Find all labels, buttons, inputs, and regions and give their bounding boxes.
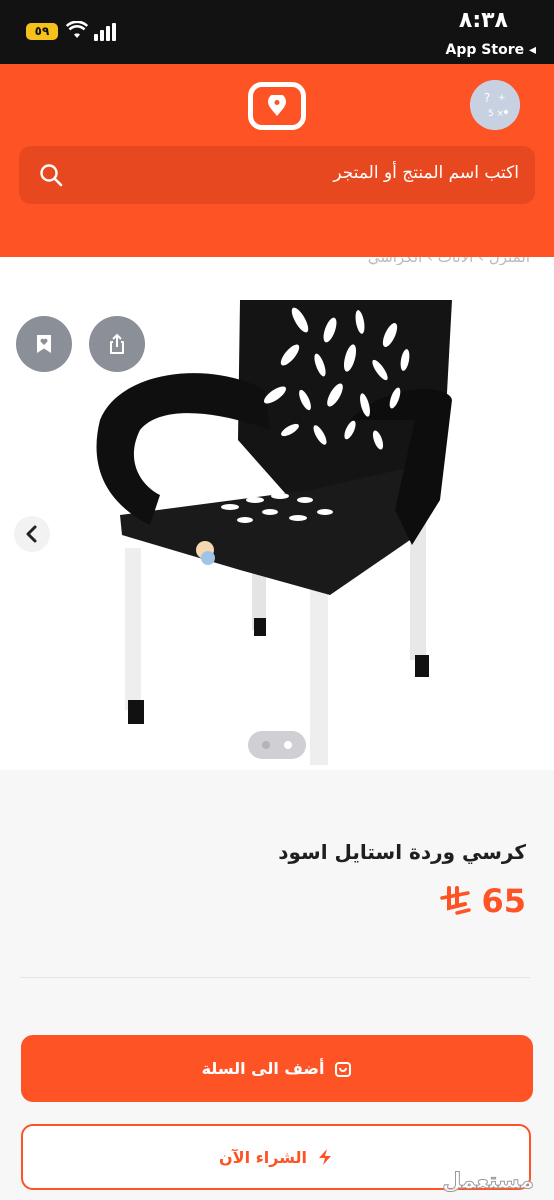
app-header: ? + 5 × اكتب اسم المنتج أو المتجر [0,64,554,257]
product-title: كرسي وردة استايل اسود [278,840,526,864]
watermark: مستعمل [442,1169,535,1195]
breadcrumb-text: المنزل › الأثاث › الكراسي [368,257,530,265]
battery-indicator: ٥٩ [26,23,58,40]
status-bar: ٥٩ ٨:٣٨ App Store ◂ [0,0,554,64]
search-icon[interactable] [39,163,63,187]
favorite-button[interactable] [16,316,72,372]
gallery-pagination [248,731,306,759]
lightning-icon [319,1149,332,1165]
svg-text:5 ×: 5 × [488,109,504,119]
chevron-left-icon [26,525,37,543]
gallery-prev-button[interactable] [14,516,50,552]
price-row: 65 [439,882,526,920]
signal-icon [94,23,116,41]
add-to-cart-label: أضف الى السلة [201,1059,325,1078]
product-price: 65 [481,882,526,920]
riyal-symbol-icon [440,886,472,915]
product-image-gallery[interactable] [0,300,554,770]
svg-text:?: ? [484,91,490,105]
divider [20,977,530,978]
wifi-icon [66,21,88,38]
cart-bag-icon [335,1061,352,1077]
bookmark-heart-icon [37,335,51,353]
add-to-cart-button[interactable]: أضف الى السلة [21,1035,533,1102]
share-button[interactable] [89,316,145,372]
back-to-app-store[interactable]: App Store ◂ [446,42,536,58]
gallery-dot[interactable] [262,741,270,749]
store-pin-logo-icon[interactable] [248,82,306,130]
avatar[interactable]: ? + 5 × [470,80,520,130]
search-input[interactable]: اكتب اسم المنتج أو المتجر [333,163,519,183]
buy-now-label: الشراء الآن [219,1147,308,1167]
breadcrumb: المنزل › الأثاث › الكراسي [0,257,554,265]
share-icon [110,333,124,354]
product-image [96,300,452,765]
gallery-dot-active[interactable] [284,741,292,749]
clock: ٨:٣٨ [458,8,508,33]
svg-text:+: + [498,93,506,103]
product-info: كرسي وردة استايل اسود 65 أضف الى السلة ا… [0,770,554,1200]
search-bar[interactable]: اكتب اسم المنتج أو المتجر [19,146,535,204]
